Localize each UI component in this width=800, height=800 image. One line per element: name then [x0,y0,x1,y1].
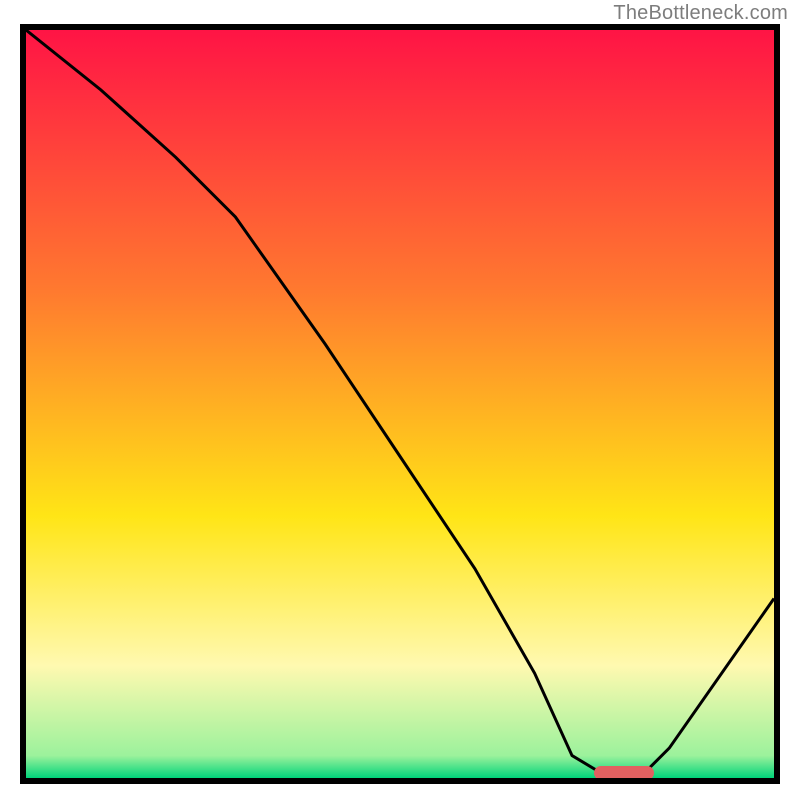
chart-container: TheBottleneck.com [0,0,800,800]
optimal-range-marker [594,766,654,780]
watermark-text: TheBottleneck.com [613,2,788,25]
chart-frame [20,24,780,784]
chart-curve [26,30,774,778]
